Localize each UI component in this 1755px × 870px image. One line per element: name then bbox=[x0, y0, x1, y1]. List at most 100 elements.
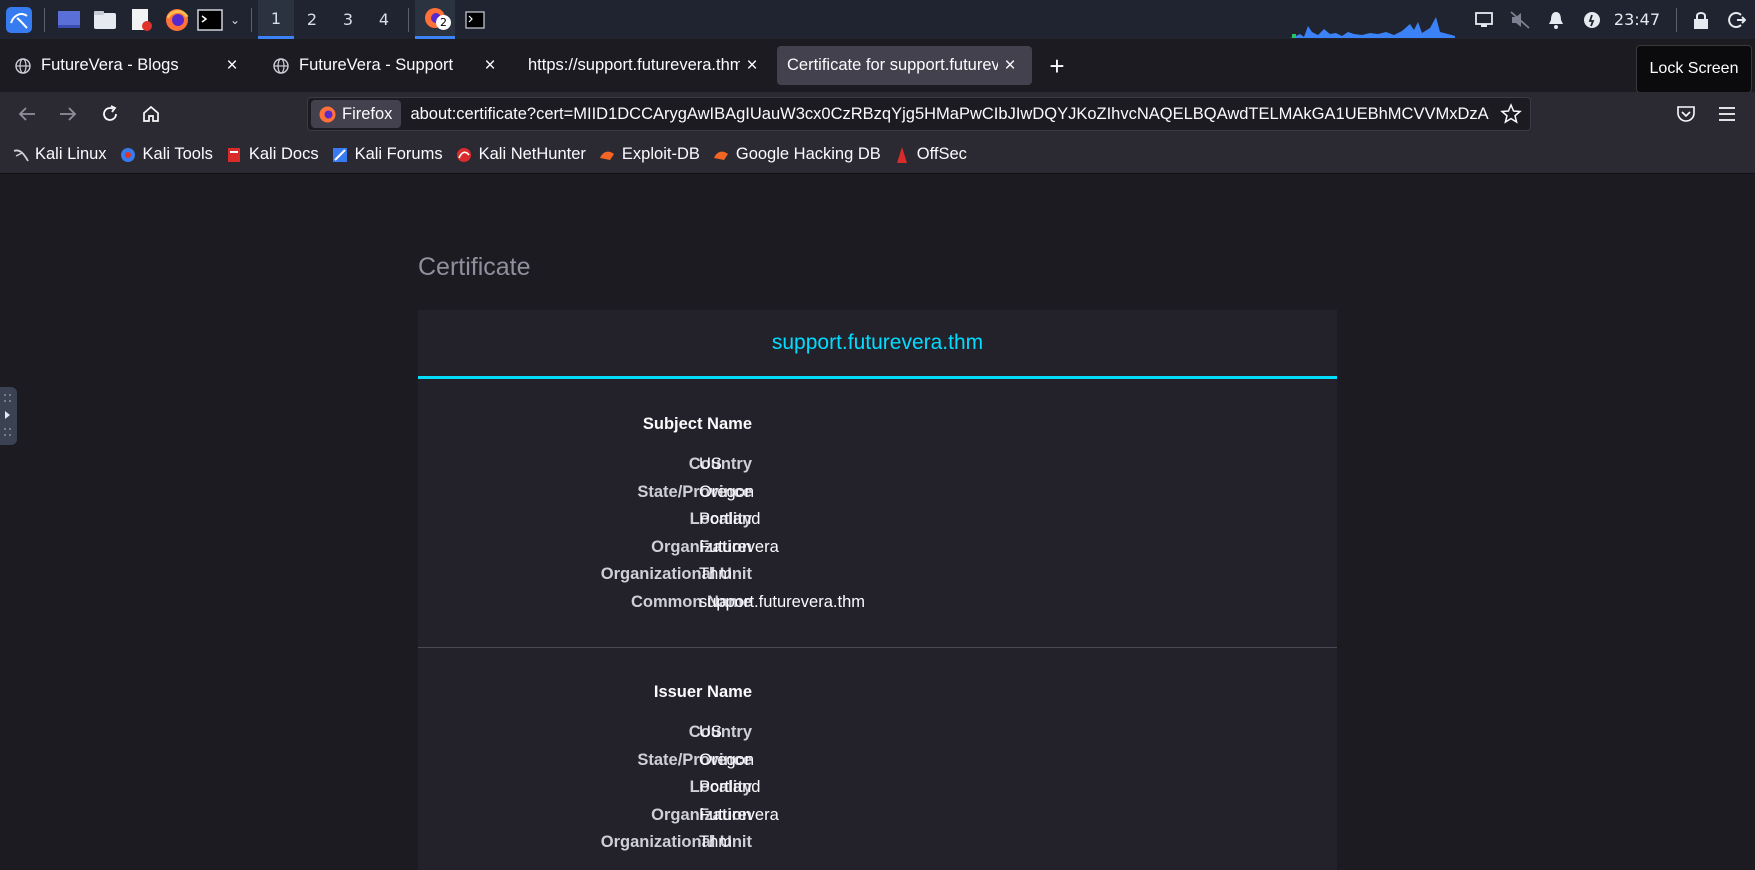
side-panel-handle[interactable] bbox=[0, 387, 17, 445]
info-row: Organization Futurevera bbox=[418, 806, 1337, 833]
back-button[interactable] bbox=[10, 97, 44, 131]
reload-button[interactable] bbox=[93, 97, 127, 131]
expand-arrow-icon bbox=[4, 394, 11, 436]
close-icon[interactable]: × bbox=[220, 54, 244, 78]
file-manager-icon[interactable] bbox=[87, 0, 123, 39]
bookmark-exploit-db[interactable]: Exploit-DB bbox=[599, 145, 700, 164]
tab-label: FutureVera - Blogs bbox=[41, 56, 179, 74]
forward-button[interactable] bbox=[51, 97, 85, 131]
new-tab-button[interactable]: + bbox=[1042, 51, 1072, 81]
pocket-button[interactable] bbox=[1669, 97, 1703, 131]
info-row: Locality Portland bbox=[418, 510, 1337, 537]
tab-label: https://support.futurevera.thm bbox=[528, 56, 740, 74]
tab-support-url[interactable]: https://support.futurevera.thm × bbox=[518, 46, 774, 85]
network-icon[interactable] bbox=[1466, 0, 1502, 39]
workspace-3[interactable]: 3 bbox=[330, 0, 366, 39]
workspace-2[interactable]: 2 bbox=[294, 0, 330, 39]
tab-futurevera-support[interactable]: FutureVera - Support × bbox=[262, 46, 512, 85]
globe-icon bbox=[14, 57, 32, 75]
offsec-icon bbox=[894, 146, 911, 163]
row-value: Futurevera bbox=[699, 806, 779, 824]
bookmark-kali-forums[interactable]: Kali Forums bbox=[332, 145, 443, 164]
bookmark-kali-nethunter[interactable]: Kali NetHunter bbox=[456, 145, 586, 164]
kali-forums-icon bbox=[332, 146, 349, 163]
window-count-badge: 2 bbox=[436, 15, 451, 30]
bookmark-star-icon[interactable] bbox=[1500, 103, 1522, 130]
desktop-icon[interactable] bbox=[51, 0, 87, 39]
kali-menu-icon[interactable] bbox=[0, 0, 38, 39]
arrow-right-icon bbox=[60, 107, 77, 121]
top-panel: ⌄ 1 2 3 4 2 23:47 bbox=[0, 0, 1755, 39]
identity-box[interactable]: Firefox bbox=[311, 100, 402, 128]
system-tray: 23:47 bbox=[1466, 0, 1755, 39]
terminal-icon[interactable] bbox=[195, 0, 225, 39]
row-value: US bbox=[699, 723, 722, 741]
bookmarks-toolbar: Kali Linux Kali Tools Kali Docs Kali For… bbox=[0, 136, 1755, 174]
logout-icon[interactable] bbox=[1719, 0, 1755, 39]
bookmark-label: Kali Tools bbox=[142, 145, 213, 163]
info-row: Organizational Unit Thm bbox=[418, 833, 1337, 860]
certificate-tab[interactable]: support.futurevera.thm bbox=[418, 310, 1337, 379]
bookmark-kali-linux[interactable]: Kali Linux bbox=[12, 145, 107, 164]
row-value: Portland bbox=[699, 778, 761, 796]
close-icon[interactable]: × bbox=[740, 54, 764, 78]
row-value: Thm bbox=[699, 565, 732, 583]
arrow-left-icon bbox=[18, 107, 35, 121]
close-icon[interactable]: × bbox=[998, 54, 1022, 78]
bookmark-label: Kali NetHunter bbox=[478, 145, 586, 163]
row-value: Oregon bbox=[699, 483, 755, 501]
firefox-window-button[interactable]: 2 bbox=[415, 0, 455, 39]
ghdb-icon bbox=[713, 146, 730, 163]
kali-dragon-icon bbox=[12, 146, 29, 163]
tab-label: Certificate for support.futurevera.thm bbox=[787, 56, 998, 74]
clock[interactable]: 23:47 bbox=[1610, 10, 1670, 29]
section-heading: Subject Name bbox=[642, 415, 752, 433]
tab-futurevera-blogs[interactable]: FutureVera - Blogs × bbox=[4, 46, 254, 85]
bookmark-kali-tools[interactable]: Kali Tools bbox=[120, 145, 213, 164]
info-row: Common Name support.futurevera.thm bbox=[418, 593, 1337, 620]
kali-tools-icon bbox=[120, 146, 137, 163]
tab-label: FutureVera - Support bbox=[299, 56, 454, 74]
reload-icon bbox=[103, 105, 117, 121]
lock-screen-tooltip: Lock Screen bbox=[1636, 45, 1752, 93]
kali-docs-icon bbox=[226, 146, 243, 163]
bookmark-label: Kali Linux bbox=[35, 145, 107, 163]
nav-bar: Firefox about:certificate?cert=MIID1DCCA… bbox=[0, 92, 1755, 136]
row-value: Futurevera bbox=[699, 538, 779, 556]
url-bar[interactable]: Firefox about:certificate?cert=MIID1DCCA… bbox=[307, 97, 1531, 131]
globe-icon bbox=[272, 57, 290, 75]
page-title: Certificate bbox=[418, 253, 531, 281]
row-value: Thm bbox=[699, 833, 732, 851]
tab-bar: FutureVera - Blogs × FutureVera - Suppor… bbox=[0, 39, 1755, 92]
chevron-down-icon[interactable]: ⌄ bbox=[225, 0, 245, 39]
bookmark-label: OffSec bbox=[916, 145, 967, 163]
mute-icon[interactable] bbox=[1502, 0, 1538, 39]
info-row: State/Province Oregon bbox=[418, 751, 1337, 778]
certificate-card: support.futurevera.thm Subject Name Coun… bbox=[418, 310, 1337, 870]
terminal-window-button[interactable] bbox=[455, 0, 495, 39]
workspace-1[interactable]: 1 bbox=[258, 0, 294, 39]
text-editor-icon[interactable] bbox=[123, 0, 159, 39]
power-icon[interactable] bbox=[1574, 0, 1610, 39]
notifications-icon[interactable] bbox=[1538, 0, 1574, 39]
info-row: Country US bbox=[418, 723, 1337, 750]
bookmark-google-hacking-db[interactable]: Google Hacking DB bbox=[713, 145, 881, 164]
workspace-4[interactable]: 4 bbox=[366, 0, 402, 39]
home-icon bbox=[143, 105, 159, 122]
bookmark-kali-docs[interactable]: Kali Docs bbox=[226, 145, 319, 164]
firefox-icon[interactable] bbox=[159, 0, 195, 39]
tab-certificate[interactable]: Certificate for support.futurevera.thm × bbox=[777, 46, 1032, 85]
info-row: Organization Futurevera bbox=[418, 538, 1337, 565]
bookmark-label: Kali Forums bbox=[354, 145, 443, 163]
home-button[interactable] bbox=[134, 97, 168, 131]
menu-button[interactable] bbox=[1710, 97, 1744, 131]
row-value: Portland bbox=[699, 510, 761, 528]
bookmark-label: Kali Docs bbox=[248, 145, 319, 163]
bookmark-offsec[interactable]: OffSec bbox=[894, 145, 967, 164]
cpu-graph bbox=[1290, 17, 1455, 38]
bookmark-label: Exploit-DB bbox=[621, 145, 700, 163]
close-icon[interactable]: × bbox=[478, 54, 502, 78]
url-input[interactable]: about:certificate?cert=MIID1DCCArygAwIBA… bbox=[410, 105, 1490, 124]
section-heading: Issuer Name bbox=[653, 683, 752, 701]
lock-icon[interactable] bbox=[1683, 0, 1719, 39]
